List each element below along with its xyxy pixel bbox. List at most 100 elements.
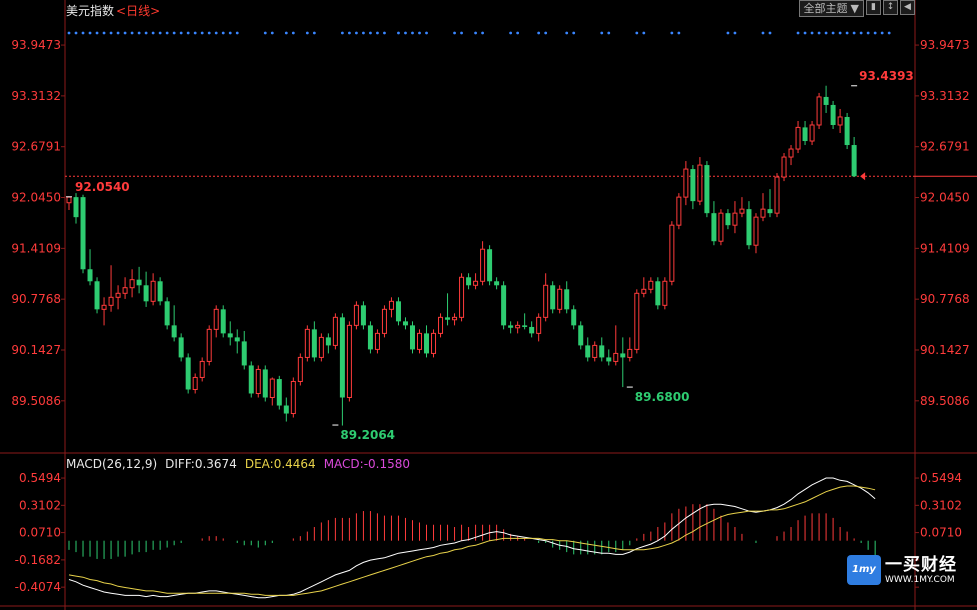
price-tick-label-right: 92.0450 <box>920 191 970 205</box>
signal-dot <box>607 31 611 35</box>
candle-body <box>508 325 514 328</box>
candle-body <box>255 368 261 394</box>
candle-body <box>388 300 394 310</box>
candle <box>353 301 359 330</box>
logo-name: 一买财经 <box>885 554 957 575</box>
signal-dot <box>193 31 197 35</box>
candle <box>704 161 710 218</box>
candle-body <box>627 348 633 358</box>
macd-tick-label-left: 0.3102 <box>19 498 61 512</box>
candle <box>325 333 331 354</box>
candle <box>760 193 766 222</box>
candle <box>844 112 850 150</box>
scale-toggle-button[interactable]: ↕ <box>883 0 898 15</box>
signal-dot <box>109 31 113 35</box>
candle <box>262 365 268 402</box>
candle-body <box>94 281 100 310</box>
candle-body <box>767 209 773 214</box>
candle-body <box>80 197 86 270</box>
collapse-button[interactable]: ◀ <box>900 0 915 15</box>
candle-body <box>550 285 556 310</box>
signal-dot <box>284 31 288 35</box>
logo-badge: 1my <box>847 555 881 585</box>
candle <box>241 330 247 370</box>
price-tick-label-right: 93.3132 <box>920 89 970 103</box>
candle <box>374 329 380 354</box>
candle-body <box>73 197 79 218</box>
candle-body <box>424 333 430 354</box>
brand-logo: 1my 一买财经 WWW.1MY.COM <box>847 553 975 587</box>
candle <box>381 305 387 338</box>
candle <box>452 313 458 326</box>
candle-body <box>641 288 647 294</box>
candle <box>290 377 296 418</box>
candle <box>620 337 626 388</box>
candle <box>395 297 401 326</box>
price-tick-label-left: 90.7768 <box>11 292 61 306</box>
price-tick-label-right: 92.6791 <box>920 140 970 154</box>
candle <box>655 277 661 310</box>
candle <box>732 201 738 234</box>
candle-body <box>206 328 212 362</box>
candle-body <box>578 325 584 346</box>
candle <box>73 193 79 224</box>
signal-dot <box>768 31 772 35</box>
candle <box>220 305 226 338</box>
candle-body <box>297 356 303 382</box>
candle <box>367 321 373 354</box>
signal-dot <box>831 31 835 35</box>
signal-dot <box>845 31 849 35</box>
panel-toggle-button[interactable]: ▮ <box>866 0 881 15</box>
candle <box>192 373 198 394</box>
candle-body <box>606 357 612 362</box>
signal-dot <box>179 31 183 35</box>
signal-dot <box>340 31 344 35</box>
candle <box>571 305 577 330</box>
logo-url: WWW.1MY.COM <box>885 574 955 585</box>
signal-dot <box>144 31 148 35</box>
candle <box>550 281 556 314</box>
candle-body <box>409 325 415 350</box>
candle-body <box>395 301 401 322</box>
candle-body <box>571 309 577 326</box>
candle <box>606 349 612 366</box>
candle <box>459 273 465 322</box>
candle-body <box>704 165 710 214</box>
signal-dot <box>418 31 421 35</box>
candle <box>641 277 647 298</box>
signal-dot <box>214 31 218 35</box>
candle-body <box>473 280 479 286</box>
candle <box>115 285 121 310</box>
signal-dot <box>803 31 807 35</box>
candle <box>557 285 563 314</box>
signal-dot-row <box>67 31 891 35</box>
signal-dot <box>137 31 141 35</box>
signal-dot <box>165 31 169 35</box>
instrument-title: 美元指数 <box>66 4 115 18</box>
candle-body <box>543 284 549 318</box>
price-tick-label-left: 92.6791 <box>11 140 61 154</box>
candle-body <box>283 405 289 414</box>
candle <box>255 365 261 398</box>
signal-dot <box>383 31 386 35</box>
period-selector[interactable]: <日线> <box>116 4 160 18</box>
theme-dropdown[interactable]: 全部主题 ▼ <box>798 0 864 17</box>
macd-tick-label-left: -0.4074 <box>15 580 61 594</box>
signal-dot <box>81 31 85 35</box>
candle <box>87 249 93 286</box>
candle-body <box>620 353 626 358</box>
candle-body <box>648 280 654 290</box>
macd-tick-label-right: 0.3102 <box>920 498 962 512</box>
price-tick-label-left: 93.3132 <box>11 89 61 103</box>
signal-dot <box>186 31 190 35</box>
candle <box>725 209 731 230</box>
candle-body <box>725 213 731 226</box>
candle <box>802 120 808 146</box>
candle-body <box>417 332 422 350</box>
macd-tick-label-right: 0.5494 <box>920 471 962 485</box>
signal-dot <box>74 31 78 35</box>
candle-body <box>129 279 135 289</box>
candle-body <box>178 337 184 358</box>
candle <box>683 161 689 206</box>
candle-body <box>718 212 724 242</box>
